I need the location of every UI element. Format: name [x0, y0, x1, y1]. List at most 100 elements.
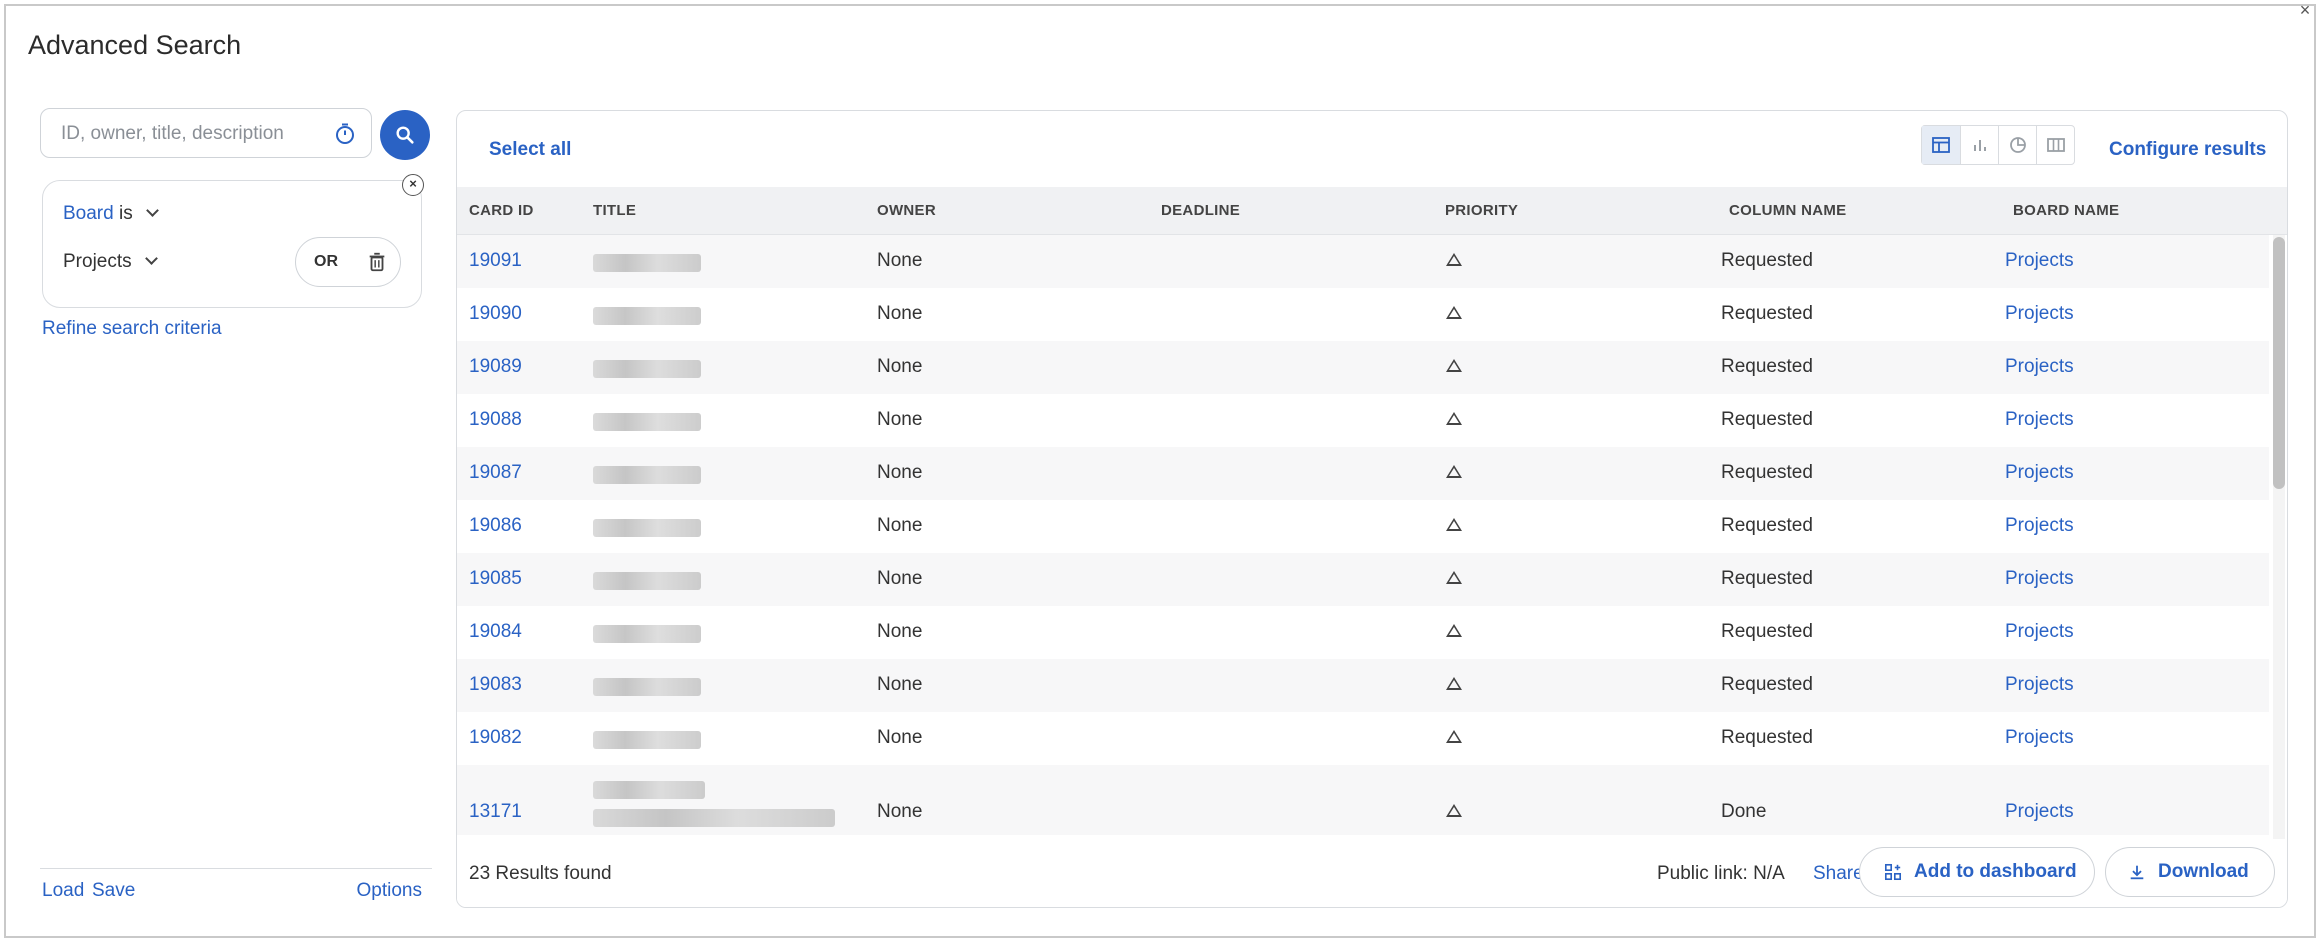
modal-title: Advanced Search: [28, 30, 242, 60]
columns-icon: [2046, 138, 2065, 152]
card-id-link[interactable]: 19086: [469, 515, 522, 537]
board-name-link[interactable]: Projects: [2005, 409, 2074, 431]
download-button[interactable]: Download: [2105, 847, 2275, 897]
column-header-card-id[interactable]: CARD ID: [469, 202, 534, 219]
priority-triangle-icon: [1446, 730, 1462, 743]
refine-search-criteria-link[interactable]: Refine search criteria: [42, 318, 222, 340]
divider: [40, 868, 432, 869]
priority-triangle-icon: [1446, 306, 1462, 319]
bar-chart-view-button[interactable]: [1960, 126, 1998, 164]
table-row[interactable]: 19088 None Requested Projects: [457, 394, 2269, 447]
board-name-link[interactable]: Projects: [2005, 568, 2074, 590]
owner-cell: None: [877, 409, 923, 430]
redacted-title: [593, 360, 701, 378]
pie-chart-view-button[interactable]: [1998, 126, 2036, 164]
search-input[interactable]: [61, 121, 321, 147]
card-id-link[interactable]: 19091: [469, 250, 522, 272]
column-header-owner[interactable]: OWNER: [877, 202, 936, 219]
board-name-link[interactable]: Projects: [2005, 303, 2074, 325]
column-header-board-name[interactable]: BOARD NAME: [2013, 202, 2119, 219]
column-header-priority[interactable]: PRIORITY: [1445, 202, 1518, 219]
column-name-cell: Requested: [1721, 674, 1813, 695]
pie-chart-icon: [2009, 137, 2026, 153]
redacted-title: [593, 519, 701, 537]
table-header: CARD ID TITLE OWNER DEADLINE PRIORITY CO…: [457, 187, 2287, 235]
column-header-title[interactable]: TITLE: [593, 202, 636, 219]
column-name-cell: Requested: [1721, 250, 1813, 271]
table-row[interactable]: 19084 None Requested Projects: [457, 606, 2269, 659]
results-panel: Select all Configure results CARD ID TIT…: [456, 110, 2288, 908]
configure-results-link[interactable]: Configure results: [2109, 139, 2266, 161]
redacted-title: [593, 678, 701, 696]
board-name-link[interactable]: Projects: [2005, 727, 2074, 749]
timer-icon[interactable]: [333, 122, 357, 146]
column-name-cell: Requested: [1721, 356, 1813, 377]
table-row[interactable]: 19087 None Requested Projects: [457, 447, 2269, 500]
select-all-link[interactable]: Select all: [489, 139, 571, 161]
board-name-link[interactable]: Projects: [2005, 674, 2074, 696]
card-id-link[interactable]: 19089: [469, 356, 522, 378]
column-header-column-name[interactable]: COLUMN NAME: [1729, 202, 1846, 219]
board-name-link[interactable]: Projects: [2005, 515, 2074, 537]
table-row[interactable]: 19082 None Requested Projects: [457, 712, 2269, 765]
share-link[interactable]: Share: [1813, 863, 1864, 885]
board-name-link[interactable]: Projects: [2005, 356, 2074, 378]
save-link[interactable]: Save: [92, 880, 135, 902]
table-row[interactable]: 13171 None Done Projects: [457, 765, 2269, 835]
columns-view-button[interactable]: [2036, 126, 2074, 164]
card-id-link[interactable]: 19082: [469, 727, 522, 749]
column-header-deadline[interactable]: DEADLINE: [1161, 202, 1240, 219]
public-link-status: Public link: N/A: [1657, 863, 1785, 884]
card-id-link[interactable]: 19087: [469, 462, 522, 484]
options-link[interactable]: Options: [357, 880, 422, 902]
load-link[interactable]: Load: [42, 880, 84, 902]
search-box: [40, 108, 372, 158]
remove-filter-close-icon[interactable]: ×: [402, 174, 424, 196]
filter-field-selector[interactable]: Board is: [63, 203, 159, 225]
card-id-link[interactable]: 19084: [469, 621, 522, 643]
table-row[interactable]: 19086 None Requested Projects: [457, 500, 2269, 553]
close-icon[interactable]: ×: [2294, 0, 2316, 22]
board-name-link[interactable]: Projects: [2005, 462, 2074, 484]
board-name-link[interactable]: Projects: [2005, 801, 2074, 823]
filter-value-label: Projects: [63, 251, 132, 272]
trash-icon[interactable]: [366, 251, 388, 273]
add-to-dashboard-button[interactable]: Add to dashboard: [1859, 847, 2095, 897]
table-row[interactable]: 19085 None Requested Projects: [457, 553, 2269, 606]
card-id-link[interactable]: 19088: [469, 409, 522, 431]
card-id-link[interactable]: 13171: [469, 801, 522, 823]
owner-cell: None: [877, 568, 923, 589]
owner-cell: None: [877, 356, 923, 377]
priority-triangle-icon: [1446, 253, 1462, 266]
or-toggle[interactable]: OR: [314, 253, 338, 271]
card-id-link[interactable]: 19090: [469, 303, 522, 325]
filter-criteria-card: Board is Projects OR: [42, 180, 422, 308]
priority-triangle-icon: [1446, 571, 1462, 584]
download-icon: [2130, 865, 2144, 880]
column-name-cell: Requested: [1721, 409, 1813, 430]
table-row[interactable]: 19090 None Requested Projects: [457, 288, 2269, 341]
table-row[interactable]: 19089 None Requested Projects: [457, 341, 2269, 394]
board-name-link[interactable]: Projects: [2005, 250, 2074, 272]
filter-field-label: Board: [63, 203, 114, 224]
results-count: 23 Results found: [469, 863, 612, 884]
column-name-cell: Requested: [1721, 515, 1813, 536]
priority-triangle-icon: [1446, 412, 1462, 425]
filter-value-selector[interactable]: Projects: [63, 251, 158, 273]
column-name-cell: Requested: [1721, 462, 1813, 483]
table-view-button[interactable]: [1922, 126, 1960, 164]
bar-chart-icon: [1973, 140, 1986, 151]
redacted-title: [593, 307, 701, 325]
owner-cell: None: [877, 727, 923, 748]
search-button[interactable]: [380, 110, 430, 160]
table-row[interactable]: 19083 None Requested Projects: [457, 659, 2269, 712]
redacted-title: [593, 731, 701, 749]
table-row[interactable]: 19091 None Requested Projects: [457, 235, 2269, 288]
column-name-cell: Requested: [1721, 621, 1813, 642]
card-id-link[interactable]: 19083: [469, 674, 522, 696]
column-name-cell: Requested: [1721, 727, 1813, 748]
card-id-link[interactable]: 19085: [469, 568, 522, 590]
scrollbar-thumb[interactable]: [2273, 237, 2285, 489]
owner-cell: None: [877, 674, 923, 695]
board-name-link[interactable]: Projects: [2005, 621, 2074, 643]
